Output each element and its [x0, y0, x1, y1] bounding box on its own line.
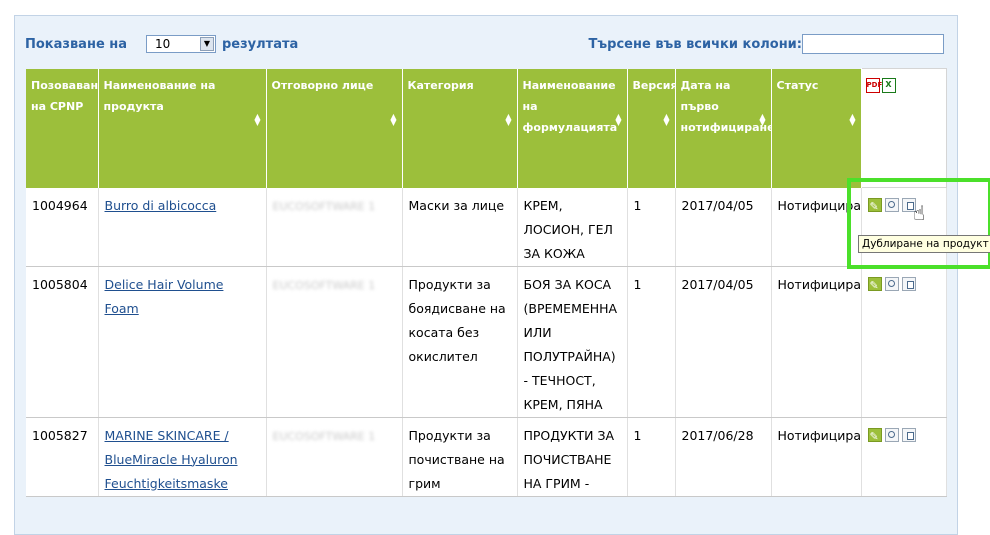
category-cell: Маски за лице	[402, 187, 518, 267]
version-cell: 1	[627, 266, 676, 418]
product-link[interactable]: MARINE SKINCARE / BlueMiracle Hyaluron F…	[105, 428, 238, 491]
responsible-person: EUCOSOFTWARE 1	[272, 199, 376, 213]
column-header-cpnp[interactable]: Позоваване на CPNP	[26, 68, 106, 188]
sort-icon: ▲ ▼	[505, 111, 512, 127]
product-link[interactable]: Delice Hair Volume Foam	[105, 277, 224, 316]
duplicate-tooltip: Дублиране на продукт	[858, 235, 990, 253]
cpnp-cell: 1004964	[26, 187, 99, 267]
excel-icon[interactable]: X	[881, 78, 896, 93]
product-list-panel: Показване на 10 ▼ резултата Търсене във …	[14, 15, 958, 535]
category-cell: Продукти за боядисване на косата без оки…	[402, 266, 518, 418]
duplicate-icon[interactable]	[901, 276, 916, 291]
cpnp-cell: 1005827	[26, 417, 99, 497]
table-row: 1005827 MARINE SKINCARE / BlueMiracle Hy…	[26, 417, 947, 497]
hand-pointer-icon: ☝	[913, 201, 926, 225]
responsible-person: EUCOSOFTWARE 1	[272, 278, 376, 292]
column-header-status[interactable]: Статус ▲ ▼	[771, 68, 862, 188]
view-icon[interactable]	[884, 276, 899, 291]
sort-icon: ▲ ▼	[849, 111, 856, 127]
product-link[interactable]: Burro di albicocca	[105, 198, 217, 213]
column-header-responsible[interactable]: Отговорно лице ▲ ▼	[266, 68, 403, 188]
status-cell: Нотифициран(и)	[771, 266, 862, 418]
responsible-cell: EUCOSOFTWARE 1	[266, 187, 403, 267]
category-cell: Продукти за почистване на грим	[402, 417, 518, 497]
table-header-row: Позоваване на CPNP Наименование на проду…	[26, 68, 947, 188]
date-cell: 2017/04/05	[675, 187, 772, 267]
column-header-export: PDF X	[860, 68, 947, 188]
version-cell: 1	[627, 187, 676, 267]
duplicate-icon[interactable]	[901, 427, 916, 442]
results-label: резултата	[222, 37, 299, 52]
sort-icon: ▲ ▼	[390, 111, 397, 127]
sort-icon: ▲ ▼	[615, 111, 622, 127]
sort-icon: ▲ ▼	[759, 111, 766, 127]
responsible-person: EUCOSOFTWARE 1	[272, 429, 376, 443]
table-row: 1005804 Delice Hair Volume Foam EUCOSOFT…	[26, 266, 947, 418]
date-cell: 2017/06/28	[675, 417, 772, 497]
page-size-value: 10	[155, 37, 171, 51]
formulation-cell: КРЕМ, ЛОСИОН, ГЕЛ ЗА КОЖА	[517, 187, 628, 267]
product-cell: Burro di albicocca	[98, 187, 267, 267]
products-table: Позоваване на CPNP Наименование на проду…	[26, 68, 947, 497]
sort-icon: ▲ ▼	[254, 111, 261, 127]
edit-icon[interactable]	[867, 274, 882, 298]
responsible-cell: EUCOSOFTWARE 1	[266, 417, 403, 497]
column-header-category[interactable]: Категория ▲ ▼	[402, 68, 518, 188]
product-cell: MARINE SKINCARE / BlueMiracle Hyaluron F…	[98, 417, 267, 497]
page-size-select[interactable]: 10 ▼	[146, 35, 216, 53]
edit-icon[interactable]	[867, 425, 882, 449]
search-input[interactable]	[802, 34, 944, 54]
cpnp-cell: 1005804	[26, 266, 99, 418]
sort-icon: ▲ ▼	[663, 111, 670, 127]
column-header-date[interactable]: Дата на първо нотифициране ▲ ▼	[675, 68, 775, 188]
column-header-product[interactable]: Наименование на продукта ▲ ▼	[98, 68, 267, 188]
column-header-formulation[interactable]: Наименование на формулацията ▲ ▼	[517, 68, 628, 188]
search-label: Търсене във всички колони:	[588, 37, 802, 52]
actions-cell	[861, 417, 947, 497]
column-header-version[interactable]: Версия ▲ ▼	[627, 68, 678, 188]
pdf-icon[interactable]: PDF	[865, 78, 882, 93]
product-cell: Delice Hair Volume Foam	[98, 266, 267, 418]
version-cell: 1	[627, 417, 676, 497]
actions-cell	[861, 266, 947, 418]
chevron-down-icon[interactable]: ▼	[200, 37, 214, 51]
table-row: 1004964 Burro di albicocca EUCOSOFTWARE …	[26, 187, 947, 267]
status-cell: Нотифициран(и)	[771, 417, 862, 497]
responsible-cell: EUCOSOFTWARE 1	[266, 266, 403, 418]
view-icon[interactable]	[884, 427, 899, 442]
formulation-cell: БОЯ ЗА КОСА (ВРЕМЕМЕННА ИЛИ ПОЛУТРАЙНА) …	[517, 266, 628, 418]
formulation-cell: ПРОДУКТИ ЗА ПОЧИСТВАНЕ НА ГРИМ -	[517, 417, 628, 497]
date-cell: 2017/04/05	[675, 266, 772, 418]
show-entries-label: Показване на	[25, 37, 128, 52]
